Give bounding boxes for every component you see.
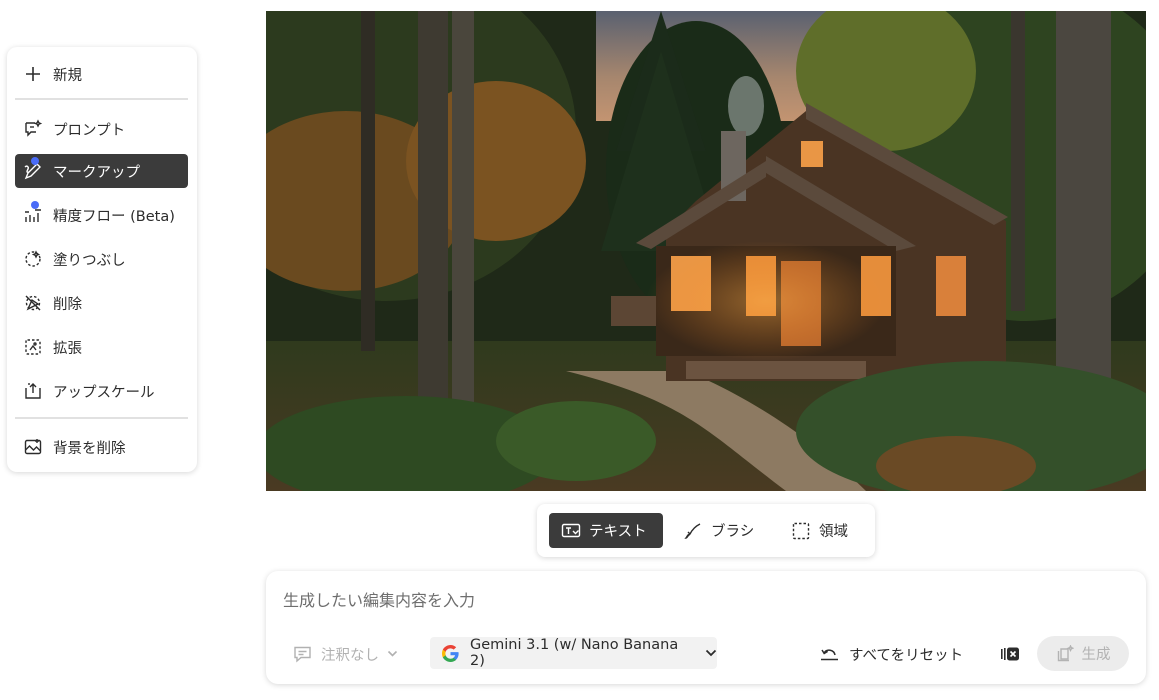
generate-icon — [1056, 644, 1074, 663]
menu-item-precision-flow[interactable]: 精度フロー (Beta) — [15, 198, 188, 232]
markup-mode-toolbar: テキスト ブラシ 領域 — [537, 504, 875, 557]
annotation-dropdown[interactable]: 注釈なし — [293, 643, 398, 665]
upscale-icon — [23, 381, 43, 401]
brush-icon — [683, 521, 703, 541]
menu-item-label: プロンプト — [53, 122, 126, 139]
tools-menu: 新規 プロンプト マークアップ 精度フロー (Beta) 塗りつぶし 削除 拡張… — [7, 47, 197, 472]
new-label: 新規 — [53, 67, 82, 84]
undo-icon — [820, 646, 839, 662]
menu-item-label: 拡張 — [53, 340, 82, 357]
chevron-down-icon — [387, 650, 398, 658]
model-label: Gemini 3.1 (w/ Nano Banana 2) — [470, 637, 679, 669]
menu-divider — [15, 98, 188, 100]
generate-label: 生成 — [1081, 647, 1111, 663]
brush-mode-button[interactable]: ブラシ — [671, 513, 765, 548]
menu-divider — [15, 417, 188, 419]
compare-toggle-button[interactable] — [999, 644, 1021, 664]
menu-item-fill[interactable]: 塗りつぶし — [15, 242, 188, 276]
chevron-down-icon — [705, 649, 717, 657]
comment-icon — [293, 645, 312, 663]
menu-item-remove[interactable]: 削除 — [15, 286, 188, 320]
area-mode-label: 領域 — [819, 524, 848, 540]
prompt-icon — [23, 119, 43, 139]
google-logo-icon — [442, 644, 459, 662]
reset-label: すべてをリセット — [849, 647, 964, 664]
brush-mode-label: ブラシ — [711, 524, 755, 540]
new-badge — [31, 157, 39, 165]
fill-icon — [23, 249, 43, 269]
text-mode-label: テキスト — [589, 524, 647, 540]
text-mode-button[interactable]: テキスト — [549, 513, 663, 548]
text-box-icon — [561, 521, 581, 541]
compare-icon — [1000, 646, 1020, 662]
selection-icon — [791, 521, 811, 541]
remove-background-icon — [23, 437, 43, 457]
expand-icon — [23, 337, 43, 357]
prompt-panel: 注釈なし Gemini 3.1 (w/ Nano Banana 2) すべてをリ… — [266, 571, 1146, 684]
cabin-photo — [266, 11, 1146, 491]
precision-flow-icon — [23, 201, 43, 225]
plus-icon — [23, 64, 43, 84]
menu-item-label: 塗りつぶし — [53, 252, 126, 269]
remove-background-label: 背景を削除 — [53, 440, 126, 457]
reset-all-button[interactable]: すべてをリセット — [820, 643, 963, 665]
menu-item-expand[interactable]: 拡張 — [15, 330, 188, 364]
generate-button[interactable]: 生成 — [1037, 636, 1129, 671]
menu-item-label: 削除 — [53, 296, 82, 313]
menu-item-label: 精度フロー (Beta) — [53, 208, 175, 225]
markup-icon — [23, 157, 43, 181]
new-button[interactable]: 新規 — [15, 57, 188, 91]
menu-item-upscale[interactable]: アップスケール — [15, 374, 188, 408]
remove-background-button[interactable]: 背景を削除 — [15, 430, 188, 464]
menu-item-prompt[interactable]: プロンプト — [15, 112, 188, 146]
canvas-image[interactable] — [266, 11, 1146, 491]
prompt-input[interactable] — [283, 587, 1123, 613]
menu-item-label: マークアップ — [53, 164, 140, 181]
menu-item-label: アップスケール — [53, 384, 155, 401]
annotation-label: 注釈なし — [321, 647, 379, 664]
new-badge — [31, 201, 39, 209]
remove-icon — [23, 293, 43, 313]
menu-item-markup[interactable]: マークアップ — [15, 154, 188, 188]
area-mode-button[interactable]: 領域 — [779, 513, 863, 548]
model-selector[interactable]: Gemini 3.1 (w/ Nano Banana 2) — [430, 637, 717, 669]
